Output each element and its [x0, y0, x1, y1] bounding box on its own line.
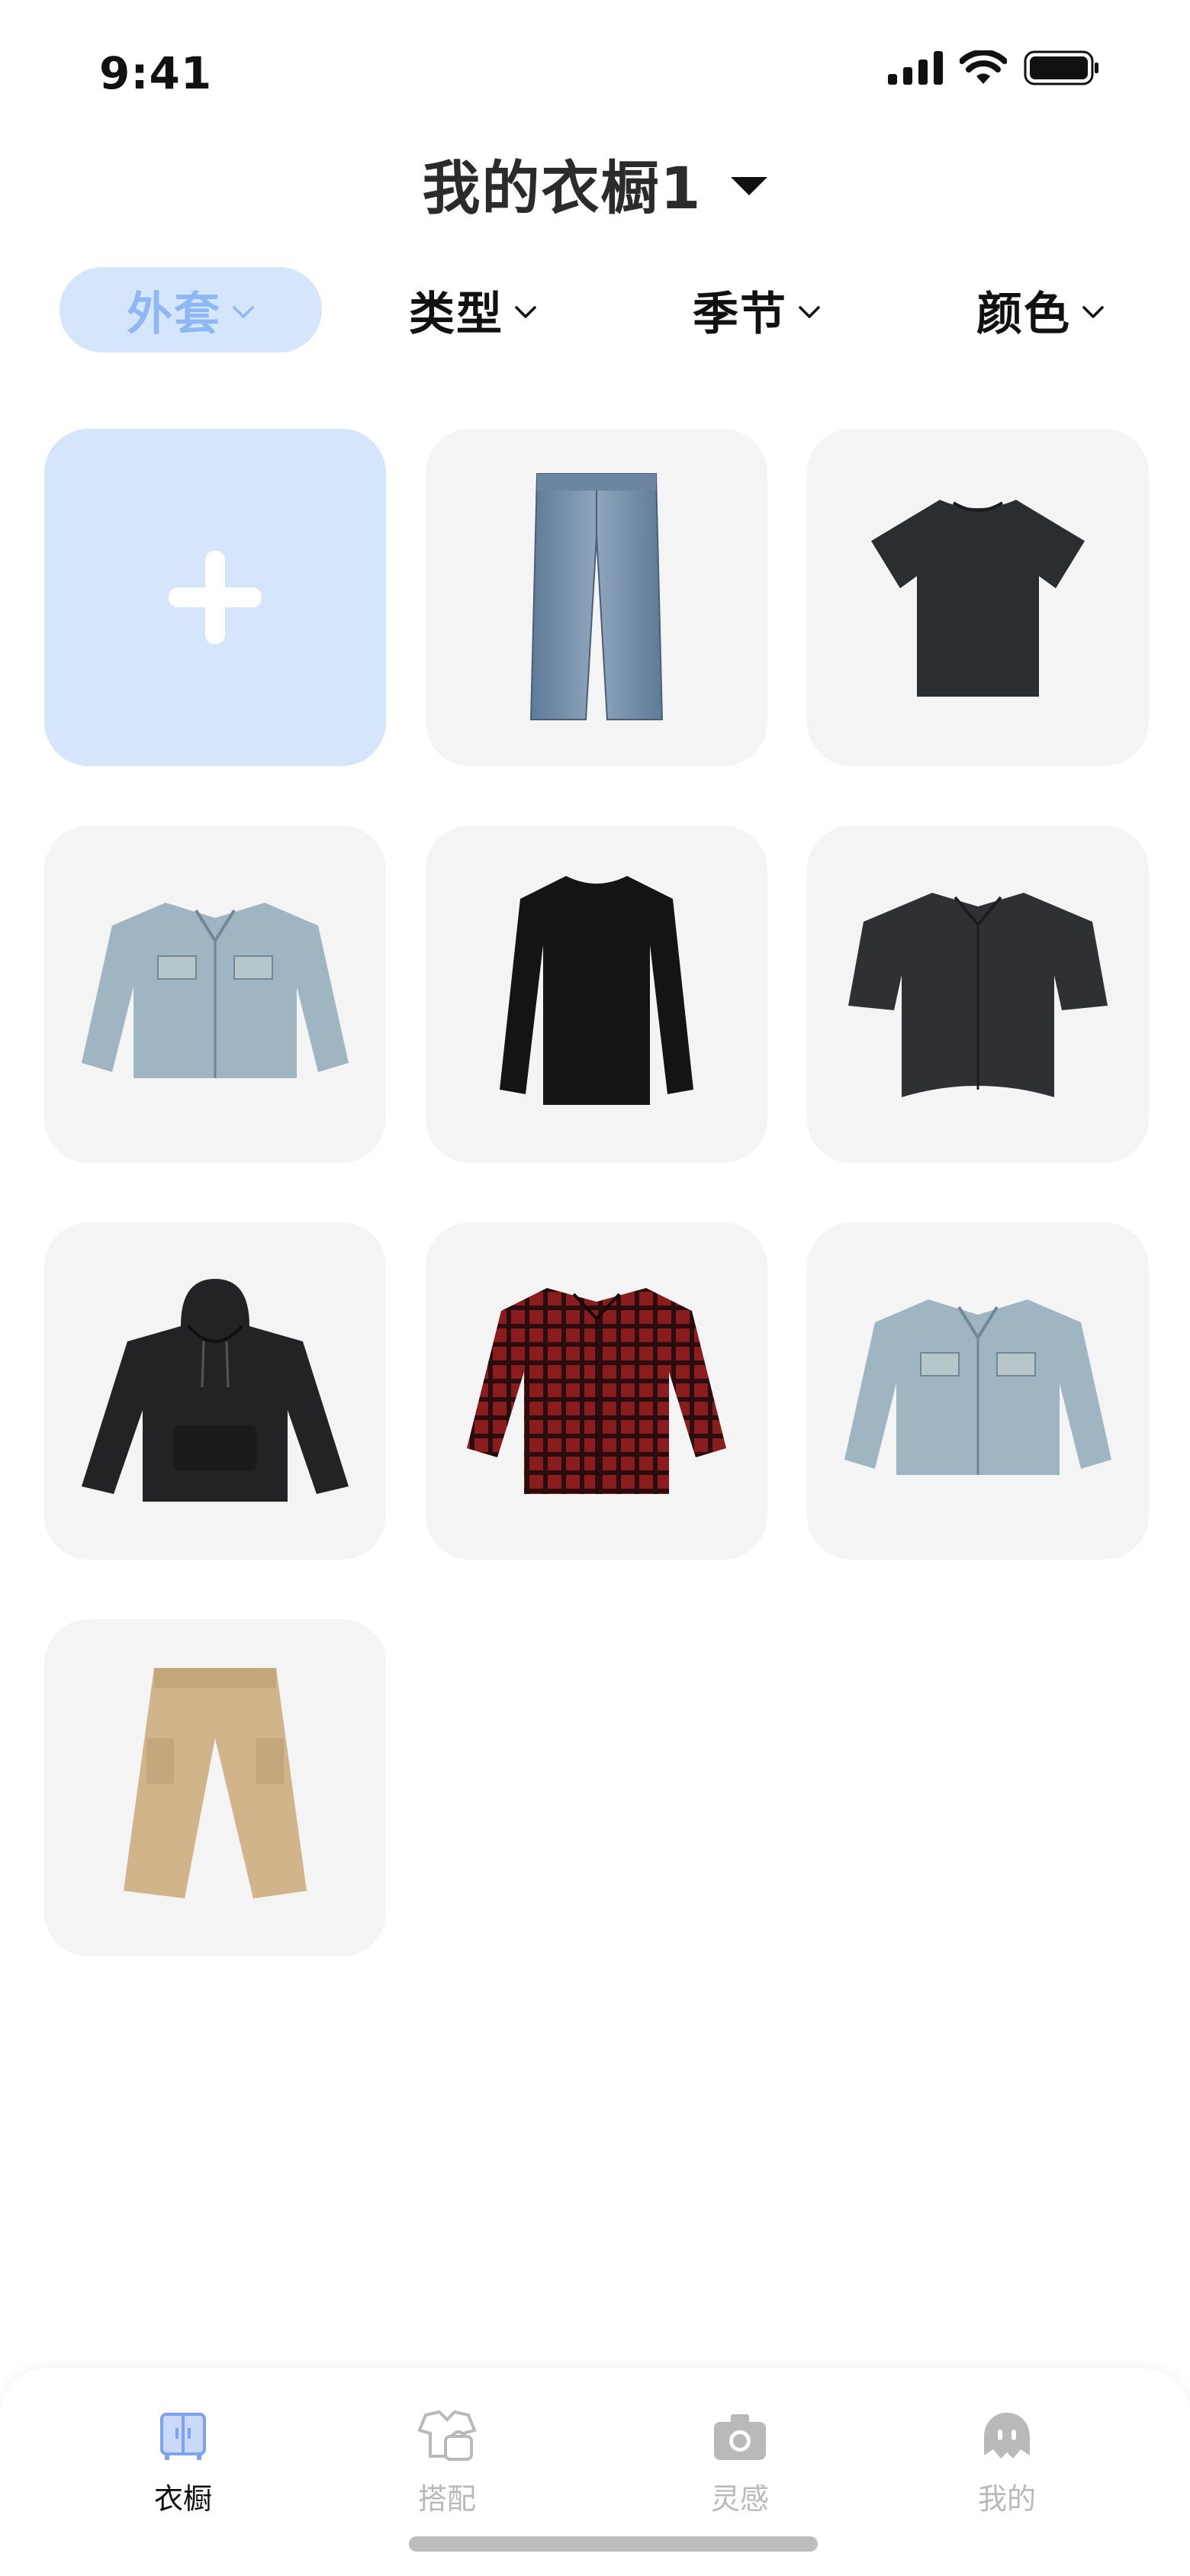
clothing-item[interactable]: [807, 826, 1149, 1163]
filter-bar: 外套 类型 季节 颜色: [0, 267, 1190, 353]
outfit-icon: [416, 2407, 478, 2468]
filter-category[interactable]: 外套: [60, 267, 322, 353]
filter-season[interactable]: 季节: [680, 267, 833, 353]
filter-category-label: 外套: [127, 287, 221, 341]
clothing-item[interactable]: [44, 1619, 386, 1956]
chevron-down-icon: [233, 306, 254, 318]
clothing-item[interactable]: [44, 1222, 386, 1560]
filter-type-label: 类型: [409, 287, 503, 341]
wardrobe-title-dropdown[interactable]: 我的衣橱1: [0, 145, 1190, 222]
status-bar: 9:41: [0, 0, 1190, 114]
tab-profile[interactable]: 我的: [915, 2407, 1098, 2517]
filter-type[interactable]: 类型: [397, 267, 549, 353]
signal-icon: [888, 51, 943, 85]
black-shirt-icon: [848, 893, 1108, 1097]
clothing-item[interactable]: [426, 429, 767, 766]
filter-color[interactable]: 颜色: [964, 267, 1117, 353]
tab-wardrobe[interactable]: 衣橱: [92, 2407, 275, 2517]
filter-season-label: 季节: [693, 287, 787, 341]
tab-wardrobe-label: 衣橱: [153, 2482, 212, 2516]
denim-jacket-icon: [82, 903, 349, 1078]
wardrobe-icon: [153, 2407, 214, 2468]
page-title: 我的衣橱1: [422, 154, 703, 222]
profile-icon: [976, 2407, 1037, 2468]
tab-inspiration[interactable]: 灵感: [648, 2407, 831, 2517]
khaki-pants-icon: [124, 1668, 307, 1898]
black-hoodie-icon: [82, 1279, 349, 1502]
home-indicator: [409, 2536, 818, 2552]
wardrobe-grid: [44, 429, 1153, 1956]
tab-inspiration-label: 灵感: [710, 2482, 769, 2516]
jeans-icon: [529, 473, 664, 720]
status-icons: [888, 50, 1100, 85]
black-longsleeve-icon: [500, 876, 693, 1105]
tab-profile-label: 我的: [977, 2482, 1036, 2516]
denim-jacket-icon: [844, 1299, 1111, 1475]
caret-down-icon: [731, 177, 768, 195]
clothing-item[interactable]: [807, 1222, 1149, 1560]
status-time: 9:41: [99, 47, 213, 99]
chevron-down-icon: [1082, 306, 1104, 318]
add-item-button[interactable]: [44, 429, 386, 766]
black-tshirt-icon: [871, 500, 1085, 697]
plaid-shirt-icon: [467, 1288, 726, 1494]
clothing-item[interactable]: [807, 429, 1149, 766]
plus-icon: [169, 551, 262, 644]
battery-icon: [1024, 50, 1098, 85]
chevron-down-icon: [515, 306, 536, 318]
clothing-item[interactable]: [44, 826, 386, 1163]
clothing-item[interactable]: [426, 826, 767, 1163]
camera-icon: [709, 2407, 770, 2468]
filter-color-label: 颜色: [976, 287, 1071, 341]
tab-outfit-label: 搭配: [417, 2482, 476, 2516]
tab-outfit[interactable]: 搭配: [355, 2407, 539, 2517]
clothing-item[interactable]: [426, 1222, 767, 1560]
chevron-down-icon: [799, 306, 820, 318]
wifi-icon: [960, 50, 1007, 84]
